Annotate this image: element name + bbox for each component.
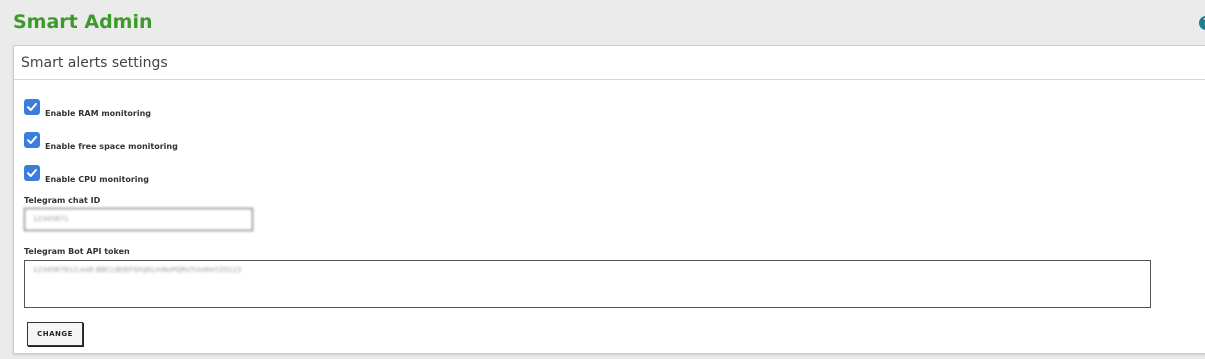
cpu-monitoring-label: Enable CPU monitoring [45, 175, 149, 184]
cpu-monitoring-row[interactable]: Enable CPU monitoring [24, 163, 149, 184]
bot-token-label: Telegram Bot API token [24, 247, 130, 256]
smart-alerts-panel: Smart alerts settings Enable RAM monitor… [13, 45, 1205, 354]
checkmark-icon [27, 169, 37, 177]
app-title: Smart Admin [13, 11, 153, 33]
checkmark-icon [27, 103, 37, 111]
free-space-monitoring-row[interactable]: Enable free space monitoring [24, 130, 178, 151]
bot-token-value: 1234567812:AAE-BBCcdDEFGhiJKLmNoPQRsTUvW… [33, 266, 242, 274]
chat-id-label: Telegram chat ID [24, 196, 101, 205]
bot-token-textarea[interactable]: 1234567812:AAE-BBCcdDEFGhiJKLmNoPQRsTUvW… [24, 260, 1151, 308]
ram-monitoring-checkbox[interactable] [24, 99, 40, 115]
panel-title: Smart alerts settings [14, 46, 1205, 80]
checkmark-icon [27, 136, 37, 144]
change-button[interactable]: CHANGE [27, 322, 83, 346]
ram-monitoring-row[interactable]: Enable RAM monitoring [24, 97, 151, 118]
help-icon[interactable]: ? [1199, 16, 1205, 30]
free-space-monitoring-checkbox[interactable] [24, 132, 40, 148]
cpu-monitoring-checkbox[interactable] [24, 165, 40, 181]
chat-id-input[interactable]: 12345671 [24, 208, 253, 231]
free-space-monitoring-label: Enable free space monitoring [45, 142, 178, 151]
ram-monitoring-label: Enable RAM monitoring [45, 109, 152, 118]
